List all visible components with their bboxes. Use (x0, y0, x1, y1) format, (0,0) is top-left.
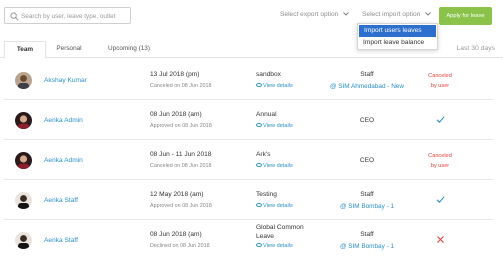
status-badge-line1: Canceled (428, 73, 452, 79)
search-input[interactable] (21, 10, 129, 22)
tab-upcoming[interactable]: Upcoming (13) (98, 41, 160, 58)
view-details-link[interactable]: View details (256, 83, 293, 89)
leave-date: 08 Jun 2018 (am) (150, 111, 202, 118)
table-row: Aerika Admin 08 Jun - 11 Jun 2018 Cancel… (4, 140, 493, 180)
table-row: Akshay Kumar 13 Jul 2018 (pm) Canceled o… (4, 60, 493, 100)
view-details-link[interactable]: View details (256, 123, 293, 129)
approved-check-icon (436, 196, 445, 204)
eye-icon (256, 203, 262, 207)
eye-icon (256, 243, 262, 247)
eye-icon (256, 83, 262, 87)
chevron-down-icon (343, 12, 349, 16)
avatar (15, 192, 32, 209)
leave-date: 08 Jun 2018 (am) (150, 231, 202, 238)
search-box[interactable] (4, 7, 131, 24)
employee-role: CEO (359, 117, 375, 124)
employee-name-link[interactable]: Aerika Staff (44, 197, 78, 204)
employee-role: CEO (359, 157, 375, 164)
leave-type: Ark's (256, 151, 271, 158)
view-details-label: View details (263, 123, 293, 129)
table-row: Aerika Admin 08 Jun 2018 (am) Approved o… (4, 100, 493, 140)
avatar (15, 152, 32, 169)
view-details-label: View details (263, 243, 293, 249)
table-row: Aerika Staff 12 May 2018 (am) Approved o… (4, 180, 493, 220)
avatar (15, 72, 32, 89)
leave-status-text: Canceled on 08 Jun 2018 (150, 83, 212, 89)
leave-status-text: Canceled on 08 Jun 2018 (150, 163, 212, 169)
leave-type-line1: Global Common (256, 224, 304, 231)
apply-for-leave-button[interactable]: Apply for leave (439, 7, 492, 25)
status-badge: Canceled by user (418, 151, 462, 171)
view-details-label: View details (263, 83, 293, 89)
leave-type: sandbox (256, 71, 281, 78)
status-badge: Canceled by user (418, 71, 462, 91)
declined-x-icon (437, 236, 444, 243)
leave-date: 08 Jun - 11 Jun 2018 (150, 151, 212, 158)
employee-name-link[interactable]: Aerika Admin (44, 157, 83, 164)
eye-icon (256, 163, 262, 167)
menu-item-import-leave-balance[interactable]: Import leave balance (358, 37, 437, 49)
table-row: Aerika Staff 08 Jun 2018 (am) Declined o… (4, 220, 493, 257)
tab-team[interactable]: Team (4, 41, 46, 59)
avatar (15, 232, 32, 249)
employee-name-link[interactable]: Aerika Staff (44, 237, 78, 244)
view-details-link[interactable]: View details (256, 163, 293, 169)
leave-type: Global Common Leave (256, 223, 304, 241)
employee-role: Staff (360, 191, 374, 198)
import-select[interactable]: Select import option (362, 11, 431, 18)
export-select[interactable]: Select export option (280, 11, 349, 18)
view-details-label: View details (263, 163, 293, 169)
employee-role: Staff (360, 231, 374, 238)
import-dropdown-menu: Import users leaves Import leave balance (357, 23, 438, 50)
leave-date: 13 Jul 2018 (pm) (150, 71, 200, 78)
avatar (15, 112, 32, 129)
date-range-label: Last 30 days (456, 45, 495, 52)
leave-status-text: Approved on 08 Jun 2018 (150, 123, 212, 129)
leave-type: Annual (256, 111, 277, 118)
leave-status-text: Approved on 08 Jun 2018 (150, 203, 212, 209)
tab-personal[interactable]: Personal (48, 41, 90, 58)
status-badge-line1: Canceled (428, 153, 452, 159)
chevron-down-icon (425, 12, 431, 16)
export-select-label: Select export option (280, 11, 339, 18)
view-details-label: View details (263, 203, 293, 209)
employee-name-link[interactable]: Aerika Admin (44, 117, 83, 124)
eye-icon (256, 123, 262, 127)
approved-check-icon (436, 116, 445, 124)
employee-location-link[interactable]: @ SIM Bombay - 1 (304, 203, 430, 210)
employee-location-link[interactable]: @ SIM Ahmedabad - New (304, 83, 430, 90)
status-badge-line2: by user (430, 163, 450, 169)
leave-date: 12 May 2018 (am) (150, 191, 204, 198)
search-icon (10, 12, 19, 21)
view-details-link[interactable]: View details (256, 203, 293, 209)
employee-role: Staff (360, 71, 374, 78)
employee-location-link[interactable]: @ SIM Bombay - 1 (304, 243, 430, 250)
view-details-link[interactable]: View details (256, 243, 293, 249)
employee-name-link[interactable]: Akshay Kumar (44, 77, 87, 84)
leave-status-text: Declined on 08 Jun 2018 (150, 243, 210, 249)
import-select-label: Select import option (362, 11, 421, 18)
leave-type-line2: Leave (256, 233, 274, 240)
status-badge-line2: by user (430, 83, 450, 89)
menu-item-import-users-leaves[interactable]: Import users leaves (359, 25, 436, 37)
leave-type: Testing (256, 191, 277, 198)
